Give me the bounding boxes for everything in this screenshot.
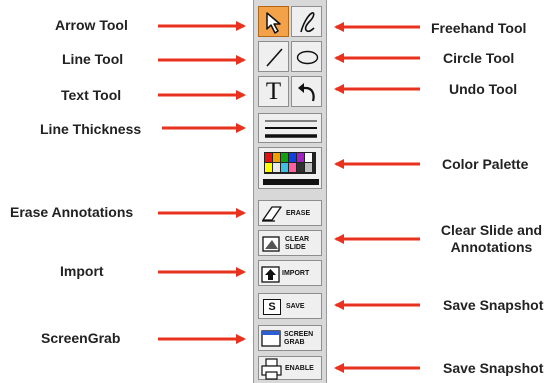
clear-slide-button[interactable]: CLEAR SLIDE bbox=[258, 230, 322, 256]
erase-annotations-button[interactable]: ERASE bbox=[258, 200, 322, 226]
screen-label-line1: SCREEN bbox=[284, 331, 314, 338]
cursor-arrow-icon bbox=[266, 12, 281, 34]
ellipse-icon bbox=[296, 50, 319, 65]
pencil-icon bbox=[300, 12, 315, 33]
line-thickness-icon bbox=[265, 120, 317, 138]
palette-swatch bbox=[273, 153, 280, 162]
screengrab-button[interactable]: SCREEN GRAB bbox=[258, 325, 322, 351]
erase-label: ERASE bbox=[286, 210, 311, 217]
palette-swatch bbox=[273, 163, 280, 172]
import-label: IMPORT bbox=[282, 270, 310, 277]
save-snapshot-button[interactable]: S SAVE bbox=[258, 293, 322, 319]
enable-label: ENABLE bbox=[285, 365, 314, 372]
import-icon bbox=[261, 266, 280, 283]
save-glyph: S bbox=[268, 301, 276, 313]
printer-icon bbox=[261, 358, 282, 380]
freehand-tool-button[interactable] bbox=[291, 6, 322, 37]
undo-tool-button[interactable] bbox=[291, 76, 322, 107]
annotation-toolbar: T ERASE CLEAR SLIDE IMPORT S SAVE SCREEN… bbox=[253, 0, 327, 383]
save-label: SAVE bbox=[286, 303, 305, 310]
arrow-tool-button[interactable] bbox=[258, 6, 289, 37]
palette-swatch bbox=[289, 153, 296, 162]
line-thickness-button[interactable] bbox=[258, 113, 322, 143]
palette-swatch bbox=[305, 163, 312, 172]
undo-icon bbox=[298, 83, 315, 102]
palette-swatch bbox=[265, 153, 272, 162]
clear-slide-icon bbox=[262, 236, 280, 252]
palette-swatch bbox=[289, 163, 296, 172]
text-tool-button[interactable]: T bbox=[258, 76, 289, 107]
save-glyph-box: S bbox=[263, 299, 281, 315]
circle-tool-button[interactable] bbox=[291, 41, 322, 72]
line-icon bbox=[266, 48, 283, 67]
palette-swatch bbox=[281, 153, 288, 162]
palette-swatch bbox=[281, 163, 288, 172]
palette-swatch bbox=[305, 153, 312, 162]
screen-label-line2: GRAB bbox=[284, 339, 305, 346]
screen-grab-icon bbox=[261, 330, 281, 347]
clear-label-line2: SLIDE bbox=[285, 244, 306, 251]
color-palette-button[interactable] bbox=[258, 147, 322, 189]
enable-button[interactable]: ENABLE bbox=[258, 356, 322, 380]
import-button[interactable]: IMPORT bbox=[258, 260, 322, 286]
color-palette-icon bbox=[263, 152, 319, 185]
clear-label-line1: CLEAR bbox=[285, 236, 310, 243]
palette-swatch bbox=[297, 153, 304, 162]
palette-swatch bbox=[265, 163, 272, 172]
text-tool-glyph: T bbox=[265, 78, 282, 105]
line-tool-button[interactable] bbox=[258, 41, 289, 72]
palette-swatch bbox=[297, 163, 304, 172]
eraser-icon bbox=[262, 206, 282, 222]
